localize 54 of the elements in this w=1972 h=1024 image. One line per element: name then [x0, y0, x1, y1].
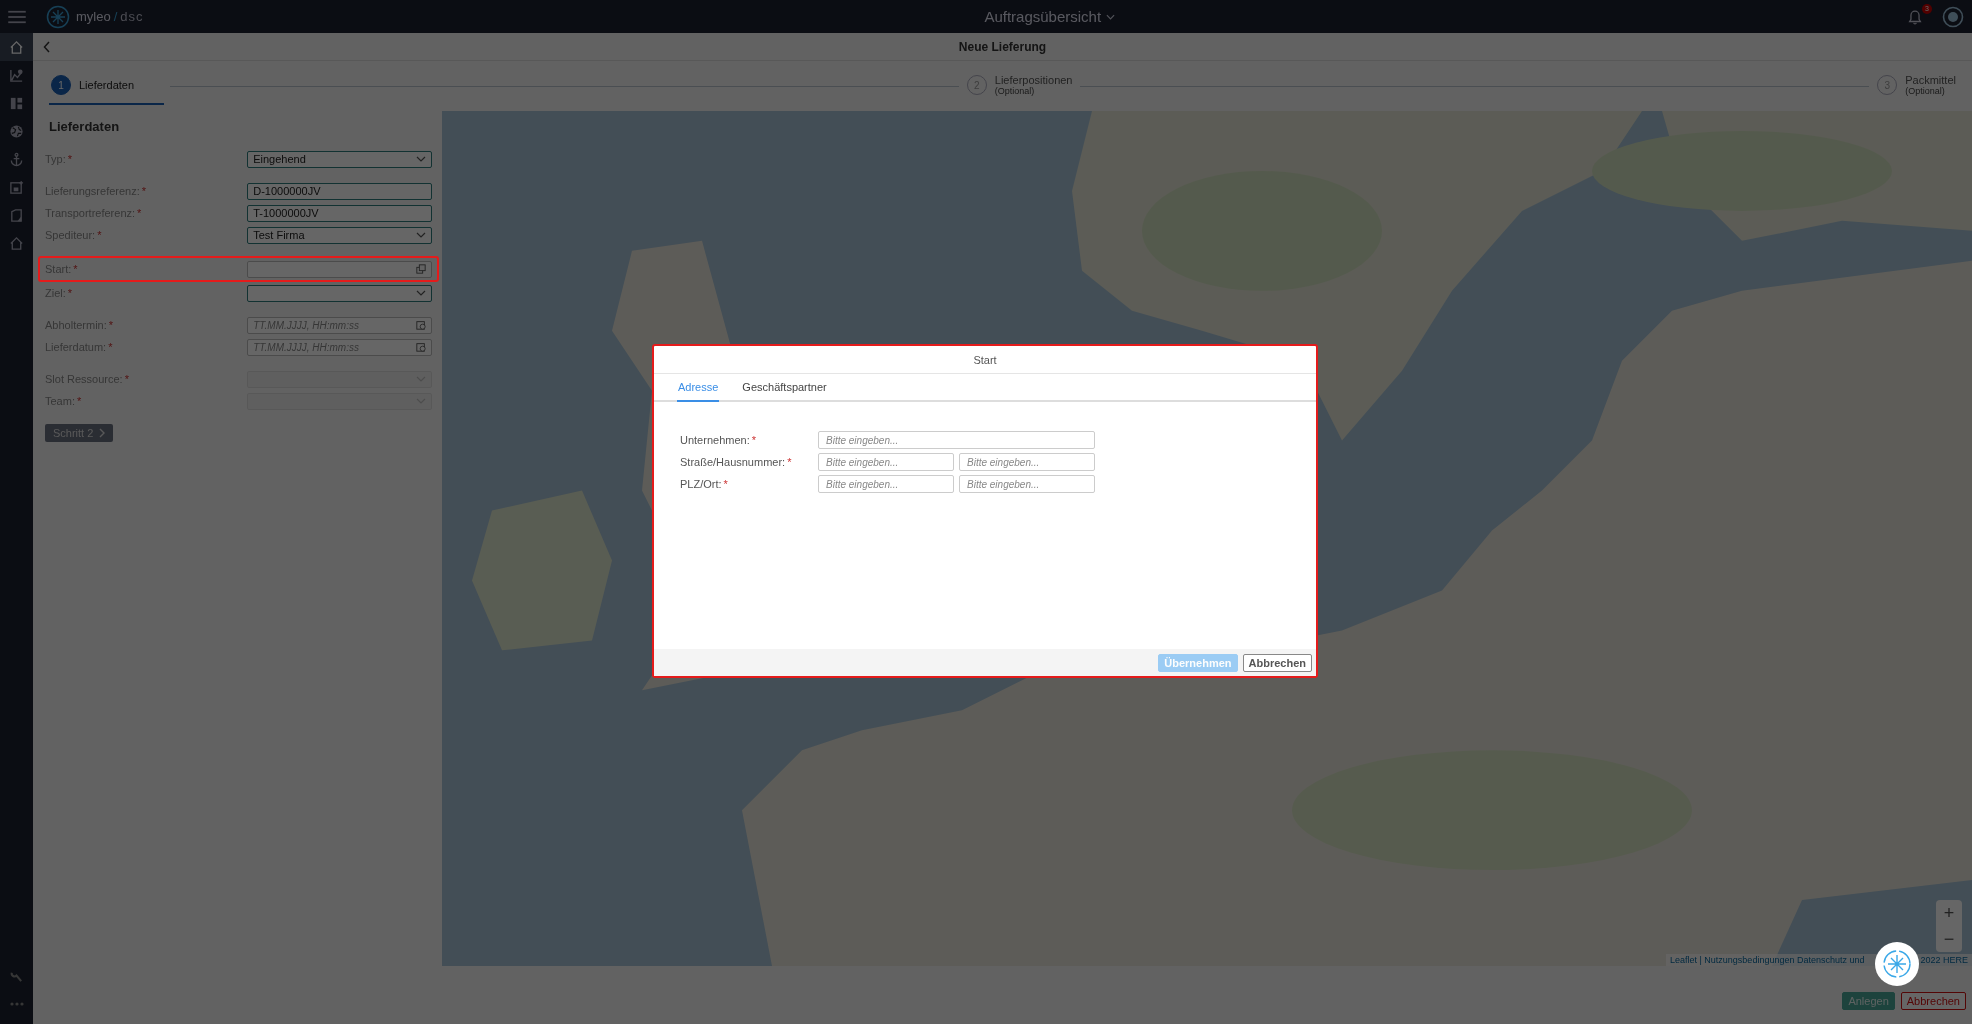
tab[interactable]: Adresse [677, 374, 720, 402]
input-field[interactable]: D-1000000JV [247, 182, 432, 200]
globe-icon [9, 123, 24, 139]
home-icon [9, 235, 24, 251]
back-icon[interactable] [43, 40, 51, 53]
select-field[interactable] [247, 284, 432, 302]
attribution-text: 2022 HERE [1920, 955, 1968, 965]
tab[interactable]: Geschäftspartner [741, 374, 828, 402]
section-title: Lieferdaten [49, 119, 121, 134]
field-label: Unternehmen: * [680, 434, 757, 446]
app-title-dropdown[interactable]: Auftragsübersicht [980, 6, 1120, 27]
select-field[interactable]: Eingehend [247, 150, 432, 168]
input-field[interactable]: Bitte eingeben... [818, 475, 954, 493]
brand-name: myleo [76, 9, 111, 24]
product-name: dsc [120, 9, 144, 24]
chart-icon [9, 67, 24, 83]
zoom-out-button[interactable]: − [1936, 926, 1962, 952]
chevron-right-icon [99, 428, 106, 438]
select-field[interactable]: Test Firma [247, 226, 432, 244]
chevron-down-icon [416, 230, 426, 240]
home-icon [9, 39, 24, 55]
input-field[interactable]: Bitte eingeben... [959, 475, 1095, 493]
dialog-title: Start [654, 346, 1316, 374]
copy-icon [416, 264, 426, 274]
step[interactable]: 1 Lieferdaten [49, 67, 165, 105]
page-title: Neue Lieferung [958, 39, 1047, 54]
more-icon [9, 1002, 24, 1006]
brand-separator: / [113, 9, 118, 24]
logo-icon [46, 4, 70, 29]
anchor-icon [9, 151, 24, 167]
cancel-button[interactable]: Abbrechen [1242, 653, 1312, 672]
field-label: Straße/Hausnummer: * [680, 456, 793, 468]
input-field[interactable] [247, 260, 432, 278]
zoom-in-button[interactable]: + [1936, 900, 1962, 926]
sidebar-item[interactable] [0, 33, 33, 61]
field-label: PLZ/Ort: * [680, 478, 729, 490]
assistant-button[interactable] [1874, 941, 1920, 987]
caret-icon [1106, 13, 1116, 20]
profile-icon[interactable] [1942, 5, 1964, 28]
chevron-down-icon [416, 288, 426, 298]
calendar-clock-icon [416, 320, 426, 330]
input-field[interactable]: Bitte eingeben... [959, 453, 1095, 471]
input-field[interactable]: Bitte eingeben... [818, 431, 1095, 449]
calendar-clock-icon [416, 342, 426, 352]
document-icon [9, 207, 24, 223]
calendar-icon [9, 179, 24, 195]
chevron-down-icon [416, 154, 426, 164]
menu-icon[interactable] [8, 9, 26, 24]
input-field[interactable]: Bitte eingeben... [818, 453, 954, 471]
cancel-button[interactable]: Abbrechen [1900, 992, 1966, 1010]
attribution-text: Leaflet | Nutzungsbedingungen Datenschutz und [1670, 955, 1865, 965]
create-button[interactable]: Anlegen [1842, 992, 1895, 1010]
input-field[interactable]: T-1000000JV [247, 204, 432, 222]
dashboard-icon [9, 95, 24, 111]
